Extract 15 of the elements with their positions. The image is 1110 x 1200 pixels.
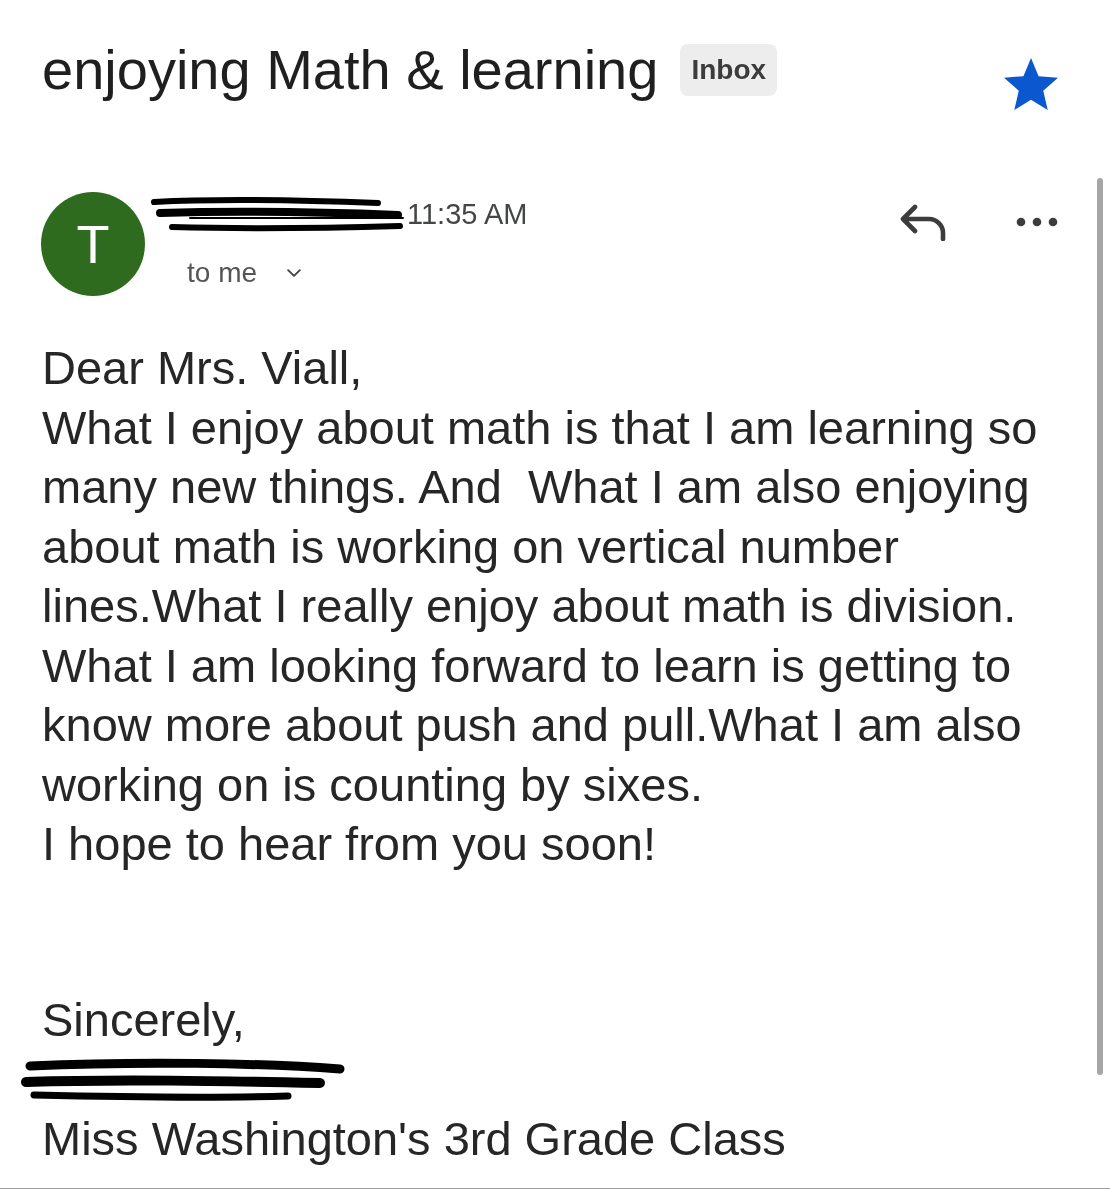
email-subject: enjoying Math & learning [42, 38, 659, 102]
closing-text: I hope to hear from you soon! [42, 816, 657, 872]
chevron-icon [287, 269, 302, 277]
inbox-label[interactable]: Inbox [680, 44, 778, 96]
greeting-text: Dear Mrs. Viall, [42, 340, 364, 396]
message-time: 11:35 AM [407, 197, 528, 231]
more-icon[interactable] [1016, 217, 1058, 227]
star-icon[interactable] [1004, 58, 1058, 110]
reply-icon[interactable] [899, 203, 947, 241]
body-paragraph: What I enjoy about math is that I am learning so many new things. And What I am also enjoying about math is working on vertical number lines.What I really enjoy about math is division. What I am looking forward to learn is getting to know more about push and pull.What I am also working on is counting by sixes. [42, 399, 1039, 813]
recipient-toggle[interactable]: to me [187, 253, 302, 293]
signature-text: Miss Washington's 3rd Grade Class [42, 1111, 787, 1167]
scroll-thumb[interactable] [1097, 178, 1103, 1075]
sign-off-text: Sincerely, [42, 991, 246, 1048]
avatar: T [41, 192, 145, 296]
